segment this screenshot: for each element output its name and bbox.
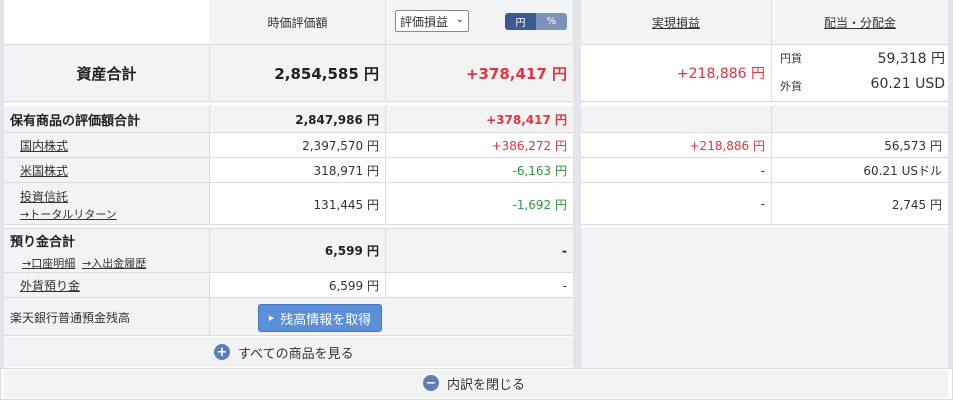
us-stocks-link[interactable]: 米国株式 <box>20 162 68 179</box>
close-breakdown-label: 内訳を閉じる <box>447 377 526 393</box>
triangle-right-icon: ▶ <box>268 314 275 322</box>
dividend-header: 配当・分配金 <box>772 6 948 38</box>
dividend-yen-value: 59,318 円 <box>877 51 945 67</box>
deposit-total-label: 預り金合計 <box>10 235 76 250</box>
domestic-dividend: 56,573 円 <box>884 139 942 153</box>
dividend-yen-label: 円貨 <box>780 52 802 65</box>
table-row-fx-deposit: 外貨預り金 <box>4 273 209 298</box>
fetch-balance-button[interactable]: ▶ 残高情報を取得 <box>258 304 382 332</box>
domestic-gain: +386,272 円 <box>491 139 568 153</box>
dividend-fx-value: 60.21 USD <box>870 76 945 92</box>
bank-balance-label: 楽天銀行普通預金残高 <box>10 310 131 325</box>
fx-deposit-value: 6,599 円 <box>328 279 379 293</box>
market-value-header-label: 時価評価額 <box>267 15 328 30</box>
domestic-stocks-link[interactable]: 国内株式 <box>20 137 68 154</box>
toggle-yen-button[interactable]: 円 <box>505 13 536 30</box>
total-assets-label: 資産合計 <box>76 64 137 83</box>
fund-value: 131,445 円 <box>313 197 379 212</box>
show-all-products-link[interactable]: + すべての商品を見る <box>214 343 354 362</box>
domestic-value: 2,397,570 円 <box>302 139 379 153</box>
gain-type-select-value: 評価損益 <box>400 14 449 29</box>
holdings-total-value: 2,847,986 円 <box>295 112 379 127</box>
deposit-history-link[interactable]: →入出金履歴 <box>82 255 146 271</box>
dividend-fx-label: 外貨 <box>780 80 802 93</box>
fund-link[interactable]: 投資信託 <box>20 188 68 205</box>
show-all-products-label: すべての商品を見る <box>238 346 354 362</box>
plus-circle-icon: + <box>214 344 230 360</box>
holdings-total-label: 保有商品の評価額合計 <box>10 113 141 129</box>
us-realized: - <box>760 163 765 178</box>
table-row-domestic: 国内株式 <box>4 133 209 158</box>
toggle-percent-button[interactable]: % <box>536 13 567 30</box>
realized-link[interactable]: 実現損益 <box>652 14 700 31</box>
fund-gain: -1,692 円 <box>512 197 568 212</box>
domestic-realized: +218,886 円 <box>689 139 766 153</box>
fund-realized: - <box>760 197 765 211</box>
deposit-total-value: 6,599 円 <box>324 244 379 258</box>
close-breakdown-link[interactable]: − 内訳を閉じる <box>423 374 526 393</box>
account-detail-link[interactable]: →口座明細 <box>22 255 75 271</box>
deposit-total-gain: - <box>562 243 567 258</box>
dividend-link[interactable]: 配当・分配金 <box>824 14 896 31</box>
table-row-us: 米国株式 <box>4 158 209 183</box>
unit-toggle: 円 % <box>505 13 567 30</box>
total-realized-value: +218,886 円 <box>676 66 765 82</box>
realized-header: 実現損益 <box>581 6 771 38</box>
total-assets-value: 2,854,585 円 <box>274 64 379 83</box>
us-value: 318,971 円 <box>313 164 379 178</box>
fund-dividend: 2,745 円 <box>891 197 942 212</box>
gain-type-select[interactable]: 評価損益 ⌄ <box>395 10 469 32</box>
minus-circle-icon: − <box>423 375 439 391</box>
us-dividend: 60.21 USドル <box>863 164 942 178</box>
holdings-total-gain: +378,417 円 <box>486 112 567 127</box>
us-gain: -6,163 円 <box>512 164 568 178</box>
total-return-link[interactable]: →トータルリターン <box>20 206 117 222</box>
fetch-balance-button-label: 残高情報を取得 <box>280 312 372 328</box>
fx-deposit-link[interactable]: 外貨預り金 <box>20 277 80 294</box>
market-value-header: 時価評価額 <box>210 6 385 38</box>
fx-deposit-gain: - <box>562 278 567 293</box>
table-row-fund: 投資信託 →トータルリターン <box>4 183 209 225</box>
chevron-down-icon: ⌄ <box>455 14 464 25</box>
total-gain-value: +378,417 円 <box>465 64 567 83</box>
